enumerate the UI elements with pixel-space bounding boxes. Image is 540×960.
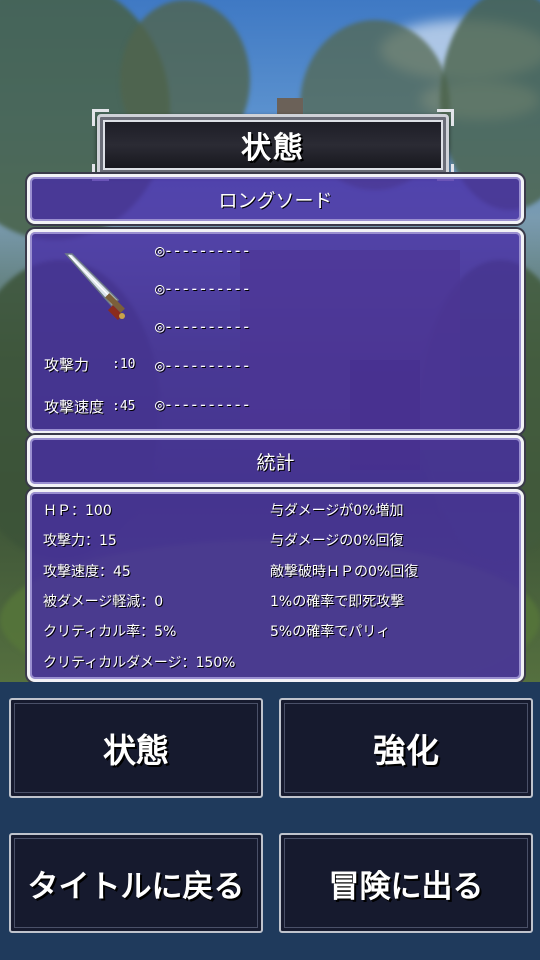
enhancement-slot: ◎---------- <box>155 241 251 260</box>
stat-attack: 攻撃力：15 <box>43 533 117 549</box>
stat-damage-increase: 与ダメージが0%増加 <box>270 503 404 519</box>
enhancement-slot: ◎---------- <box>155 356 251 375</box>
upgrade-button[interactable]: 強化 <box>279 698 533 798</box>
stat-crit-damage: クリティカルダメージ：150% <box>43 655 236 671</box>
stat-damage-reduction: 被ダメージ軽減：0 <box>43 594 164 610</box>
stat-kill-heal: 敵撃破時ＨＰの0%回復 <box>270 564 419 580</box>
stat-lifesteal: 与ダメージの0%回復 <box>270 533 404 549</box>
enhancement-slot: ◎---------- <box>155 279 251 298</box>
title-banner: 状態 <box>92 109 454 181</box>
enhancement-slot: ◎---------- <box>155 395 251 414</box>
stat-crit-rate: クリティカル率：5% <box>43 624 177 640</box>
status-button[interactable]: 状態 <box>9 698 263 798</box>
bottom-menu: 状態 強化 タイトルに戻る 冒険に出る <box>0 682 540 960</box>
back-to-title-label: タイトルに戻る <box>27 868 245 905</box>
stat-parry: 5%の確率でパリィ <box>270 624 391 640</box>
weapon-name: ロングソード <box>218 189 333 212</box>
attack-value: :10 <box>112 357 136 372</box>
stat-instant-kill: 1%の確率で即死攻撃 <box>270 594 405 610</box>
upgrade-button-label: 強化 <box>373 731 439 770</box>
enhancement-slot: ◎---------- <box>155 317 251 336</box>
stat-attack-speed: 攻撃速度：45 <box>43 564 131 580</box>
attack-label: 攻撃力 <box>44 356 90 374</box>
status-button-label: 状態 <box>103 731 169 770</box>
back-to-title-button[interactable]: タイトルに戻る <box>9 833 263 933</box>
speed-label: 攻撃速度 <box>44 398 105 416</box>
stats-header: 統計 <box>256 451 295 474</box>
speed-value: :45 <box>112 399 136 414</box>
stats-header-panel: 統計 <box>27 435 524 487</box>
stats-panel: ＨＰ：100 攻撃力：15 攻撃速度：45 被ダメージ軽減：0 クリティカル率：… <box>27 489 524 682</box>
go-adventure-label: 冒険に出る <box>328 868 484 905</box>
sword-icon <box>64 253 125 320</box>
page-title: 状態 <box>241 131 305 166</box>
weapon-detail-panel: 攻撃力 :10 攻撃速度 :45 ◎---------- ◎----------… <box>27 229 524 434</box>
weapon-name-panel: ロングソード <box>27 174 524 224</box>
go-adventure-button[interactable]: 冒険に出る <box>279 833 533 933</box>
stat-hp: ＨＰ：100 <box>43 503 112 519</box>
